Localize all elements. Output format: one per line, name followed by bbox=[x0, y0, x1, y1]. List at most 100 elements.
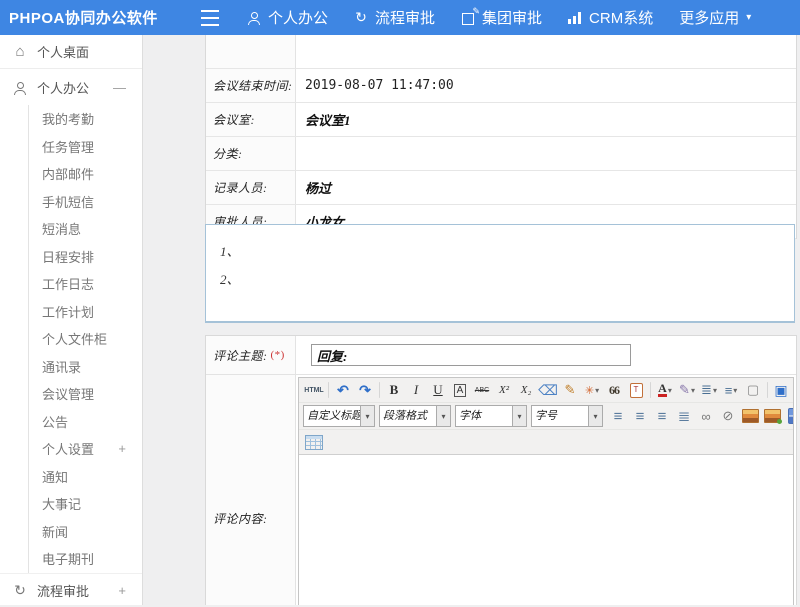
sidebar-subitem[interactable]: 我的考勤 bbox=[29, 105, 142, 133]
quote-icon[interactable]: 66 bbox=[604, 380, 624, 400]
fullscreen-icon[interactable]: ▣ bbox=[771, 380, 791, 400]
html-source-button[interactable]: HTML bbox=[304, 380, 324, 400]
upload-image-icon[interactable] bbox=[762, 406, 782, 426]
comment-subject-input[interactable] bbox=[311, 344, 631, 366]
superscript-icon[interactable]: X² bbox=[494, 380, 514, 400]
topbar-nav: 个人办公 流程审批 集团审批 CRM系统 bbox=[247, 7, 751, 28]
new-page-icon[interactable]: ▢ bbox=[743, 380, 763, 400]
font-size-select[interactable]: 字号 ▾ bbox=[531, 405, 603, 427]
sidebar-item-desktop[interactable]: 个人桌面 bbox=[0, 35, 142, 69]
form-row: 分类: bbox=[206, 137, 796, 171]
sidebar-subitem[interactable]: 短消息 bbox=[29, 215, 142, 243]
strikethrough-icon[interactable]: ABC bbox=[472, 380, 492, 400]
sidebar-subitem-label: 任务管理 bbox=[42, 137, 94, 156]
redo-icon[interactable]: ↷ bbox=[355, 380, 375, 400]
meeting-content-box: 1、 2、 bbox=[205, 224, 795, 323]
dropdown-caret-icon[interactable]: ▾ bbox=[360, 406, 374, 426]
sidebar-subitem[interactable]: 大事记 bbox=[29, 490, 142, 518]
field-value bbox=[296, 35, 796, 68]
sidebar-item-label: 个人办公 bbox=[37, 78, 89, 97]
sidebar-subitem-label: 通讯录 bbox=[42, 357, 81, 376]
caret-down-icon: ▾ bbox=[668, 386, 672, 395]
font-color-icon[interactable]: A▾ bbox=[655, 380, 675, 400]
underline-icon[interactable]: U bbox=[428, 380, 448, 400]
align-left-icon[interactable]: ≡ bbox=[608, 406, 628, 426]
highlight-pen-icon[interactable]: ✎▾ bbox=[677, 380, 697, 400]
align-right-icon[interactable]: ≡ bbox=[652, 406, 672, 426]
sidebar-subitem[interactable]: 个人文件柜 bbox=[29, 325, 142, 353]
format-brush-icon[interactable]: ✎ bbox=[560, 380, 580, 400]
sidebar-subitem[interactable]: 工作日志 bbox=[29, 270, 142, 298]
field-label: 记录人员: bbox=[206, 171, 296, 204]
app-title: PHPOA协同办公软件 bbox=[0, 7, 191, 28]
dropdown-value: 字体 bbox=[456, 406, 512, 426]
caret-down-icon: ▾ bbox=[746, 12, 751, 23]
editor-row2-icons: ≡ ≡ ≡ bbox=[607, 406, 793, 426]
menu-toggle-icon[interactable] bbox=[201, 10, 219, 26]
sidebar-subitem-label: 工作日志 bbox=[42, 274, 94, 293]
field-value: 会议室1 bbox=[296, 103, 796, 136]
sidebar-subitem-label: 我的考勤 bbox=[42, 109, 94, 128]
comment-content-cell: HTML ↶ ↷ bbox=[296, 375, 796, 605]
eraser-icon[interactable]: ⌫ bbox=[538, 380, 558, 400]
align-center-icon[interactable]: ≡ bbox=[630, 406, 650, 426]
insert-table-icon[interactable] bbox=[304, 432, 324, 452]
dropdown-caret-icon[interactable]: ▾ bbox=[512, 406, 526, 426]
insert-media-icon[interactable] bbox=[784, 406, 793, 426]
toolbar-separator bbox=[650, 382, 651, 398]
nav-item[interactable]: 集团审批 bbox=[461, 7, 542, 28]
sidebar-subitem[interactable]: 通知 bbox=[29, 463, 142, 491]
unordered-list-icon[interactable]: ≡▾ bbox=[721, 380, 741, 400]
ordered-list-icon[interactable]: ≣▾ bbox=[699, 380, 719, 400]
sidebar-subitem[interactable]: 工作计划 bbox=[29, 298, 142, 326]
link-icon[interactable]: ∞ bbox=[696, 406, 716, 426]
collapse-icon[interactable]: — bbox=[113, 80, 126, 95]
font-bg-icon[interactable]: A bbox=[450, 380, 470, 400]
sidebar-subitem[interactable]: 任务管理 bbox=[29, 133, 142, 161]
nav-item-label: 流程审批 bbox=[375, 7, 435, 28]
sidebar-subitem-label: 大事记 bbox=[42, 494, 81, 513]
insert-image-icon[interactable] bbox=[740, 406, 760, 426]
sidebar-subitem[interactable]: 内部邮件 bbox=[29, 160, 142, 188]
field-label bbox=[206, 35, 296, 68]
nav-item-label: 更多应用 bbox=[679, 7, 739, 28]
dropdown-caret-icon[interactable]: ▾ bbox=[588, 406, 602, 426]
chart-icon bbox=[568, 11, 582, 24]
expand-icon[interactable]: + bbox=[118, 583, 126, 598]
italic-icon[interactable]: I bbox=[406, 380, 426, 400]
subscript-icon[interactable]: X₂ bbox=[516, 380, 536, 400]
heading-style-select[interactable]: 自定义标题 ▾ bbox=[303, 405, 375, 427]
editor-content-area[interactable] bbox=[299, 455, 793, 605]
sidebar-subitem[interactable]: 个人设置 + bbox=[29, 435, 142, 463]
caret-down-icon: ▾ bbox=[733, 386, 737, 395]
topbar: PHPOA协同办公软件 个人办公 流程审批 集团审批 bbox=[0, 0, 800, 35]
sidebar-subitem[interactable]: 公告 bbox=[29, 408, 142, 436]
sidebar-subitem[interactable]: 手机短信 bbox=[29, 188, 142, 216]
unlink-icon[interactable]: ⊘ bbox=[718, 406, 738, 426]
dropdown-caret-icon[interactable]: ▾ bbox=[436, 406, 450, 426]
paragraph-format-select[interactable]: 段落格式 ▾ bbox=[379, 405, 451, 427]
sidebar-subitem[interactable]: 电子期刊 bbox=[29, 545, 142, 573]
sidebar-subitem[interactable]: 新闻 bbox=[29, 518, 142, 546]
color-wand-icon[interactable]: ✳▾ bbox=[582, 380, 602, 400]
sidebar-subitem[interactable]: 日程安排 bbox=[29, 243, 142, 271]
paste-icon[interactable]: T bbox=[626, 380, 646, 400]
nav-item[interactable]: CRM系统 bbox=[568, 7, 653, 28]
sidebar-subitem[interactable]: 通讯录 bbox=[29, 353, 142, 381]
field-value bbox=[296, 137, 796, 170]
nav-item[interactable]: 流程审批 bbox=[354, 7, 435, 28]
undo-icon[interactable]: ↶ bbox=[333, 380, 353, 400]
sidebar-subitem-label: 工作计划 bbox=[42, 302, 94, 321]
font-family-select[interactable]: 字体 ▾ bbox=[455, 405, 527, 427]
nav-item[interactable]: 个人办公 bbox=[247, 7, 328, 28]
expand-icon[interactable]: + bbox=[118, 441, 126, 456]
field-label: 评论内容: bbox=[213, 510, 268, 527]
sidebar-item-personal-office[interactable]: 个人办公 — bbox=[0, 69, 142, 105]
bold-icon[interactable]: B bbox=[384, 380, 404, 400]
sidebar-item-workflow[interactable]: 流程审批 + bbox=[0, 573, 142, 607]
home-icon bbox=[12, 44, 28, 59]
sidebar-subitem[interactable]: 会议管理 bbox=[29, 380, 142, 408]
comment-form: 评论主题: (*) 评论内容: HTML bbox=[205, 335, 797, 605]
justify-icon[interactable]: ≣ bbox=[674, 406, 694, 426]
nav-item[interactable]: 更多应用 ▾ bbox=[679, 7, 751, 28]
